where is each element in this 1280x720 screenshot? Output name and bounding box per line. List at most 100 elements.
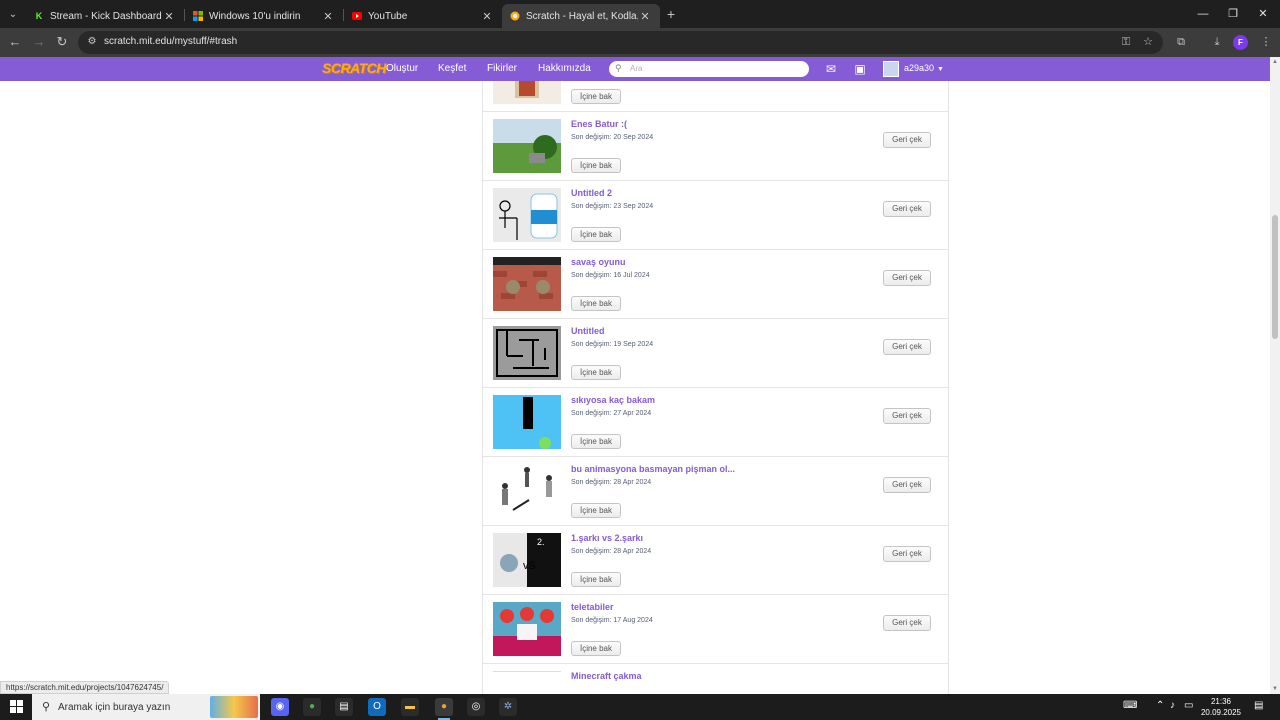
view-project-button[interactable]: İçine bak [571, 227, 621, 242]
outlook-icon[interactable]: O [368, 698, 386, 716]
view-project-button[interactable]: İçine bak [571, 296, 621, 311]
project-modified-date: Son değişim: 20 Sep 2024 [571, 134, 654, 141]
close-window-icon[interactable]: ✕ [1252, 4, 1274, 24]
taskbar-clock[interactable]: 21:36 20.09.2025 [1198, 696, 1244, 718]
menu-kebab-icon[interactable]: ⋮ [1258, 33, 1274, 51]
project-title[interactable]: Untitled 2 [571, 188, 612, 198]
site-info-icon[interactable]: ⚙ [86, 36, 98, 48]
project-title[interactable]: Untitled [571, 326, 605, 336]
restore-project-button[interactable]: Geri çek [883, 477, 931, 493]
tab-kick[interactable]: K Stream - Kick Dashboard ✕ [26, 4, 184, 28]
project-modified-date: Son değişim: 23 Sep 2024 [571, 203, 654, 210]
view-project-button[interactable]: İçine bak [571, 89, 621, 104]
view-project-button[interactable]: İçine bak [571, 641, 621, 656]
nav-link-ideas[interactable]: Fikirler [487, 63, 517, 74]
chrome-icon[interactable]: ● [303, 698, 321, 716]
download-icon[interactable]: ⤓ [1209, 33, 1225, 51]
messages-icon[interactable]: ✉ [823, 62, 839, 76]
project-title[interactable]: bu animasyona basmayan pişman ol... [571, 464, 735, 474]
project-thumbnail[interactable] [493, 257, 561, 311]
username-menu[interactable]: a29a30 ▼ [904, 63, 944, 73]
view-project-button[interactable]: İçine bak [571, 503, 621, 518]
list-item: Enes Batur :( Son değişim: 20 Sep 2024 İ… [483, 112, 948, 181]
profile-avatar[interactable]: F [1233, 35, 1248, 50]
project-thumbnail[interactable] [493, 119, 561, 173]
chrome-active-icon[interactable]: ● [435, 698, 453, 720]
file-explorer-icon[interactable]: ▬ [401, 698, 419, 716]
view-project-button[interactable]: İçine bak [571, 365, 621, 380]
project-thumbnail[interactable] [493, 602, 561, 656]
reload-icon[interactable]: ↻ [53, 33, 71, 51]
tab-scratch[interactable]: Scratch - Hayal et, Kodla, Paylaş ✕ [502, 4, 660, 28]
minimize-icon[interactable]: — [1192, 4, 1214, 24]
project-thumbnail[interactable] [493, 395, 561, 449]
network-icon[interactable]: ▭ [1184, 700, 1193, 711]
close-icon[interactable]: ✕ [638, 10, 652, 23]
svg-text:2.: 2. [537, 537, 545, 547]
restore-project-button[interactable]: Geri çek [883, 339, 931, 355]
tab-search-icon[interactable]: ⌄ [4, 5, 22, 23]
my-stuff-folder-icon[interactable]: ▣ [852, 62, 868, 76]
close-icon[interactable]: ✕ [480, 10, 494, 23]
taskbar-search-input[interactable]: ⚲ Aramak için buraya yazın [32, 694, 260, 720]
obs-icon[interactable]: ◎ [467, 698, 485, 716]
nav-link-explore[interactable]: Keşfet [438, 63, 466, 74]
extensions-icon[interactable]: ⧉ [1173, 33, 1189, 51]
project-thumbnail[interactable] [493, 326, 561, 380]
project-title[interactable]: sıkıyosa kaç bakam [571, 395, 655, 405]
page-scrollbar[interactable]: ▲ ▼ [1270, 57, 1280, 694]
project-title[interactable]: teletabiler [571, 602, 614, 612]
project-title[interactable]: Minecraft çakma [571, 671, 642, 681]
scratch-logo[interactable]: SCRATCH [322, 60, 386, 76]
project-modified-date: Son değişim: 17 Aug 2024 [571, 617, 653, 624]
project-title[interactable]: Enes Batur :( [571, 119, 627, 129]
new-tab-icon[interactable]: + [664, 5, 678, 23]
scroll-down-icon[interactable]: ▼ [1272, 686, 1278, 692]
project-thumbnail[interactable] [493, 464, 561, 518]
browser-toolbar: ← → ↻ ⚙ scratch.mit.edu/mystuff/#trash ⚿… [0, 28, 1280, 57]
close-icon[interactable]: ✕ [321, 10, 335, 23]
nav-link-about[interactable]: Hakkımızda [538, 63, 591, 74]
tab-windows[interactable]: Windows 10'u indirin ✕ [185, 4, 343, 28]
chevron-up-icon[interactable]: ⌃ [1156, 700, 1164, 711]
store-icon[interactable]: ▤ [335, 698, 353, 716]
list-item: 2. vS 1.şarkı vs 2.şarkı Son değişim: 28 … [483, 526, 948, 595]
restore-project-button[interactable]: Geri çek [883, 615, 931, 631]
restore-project-button[interactable]: Geri çek [883, 546, 931, 562]
project-title[interactable]: 1.şarkı vs 2.şarkı [571, 533, 643, 543]
tab-youtube[interactable]: YouTube ✕ [344, 4, 502, 28]
address-bar[interactable]: ⚙ scratch.mit.edu/mystuff/#trash [78, 31, 1163, 54]
volume-icon[interactable]: ♪ [1170, 700, 1175, 711]
scrollbar-thumb[interactable] [1272, 215, 1278, 339]
project-title[interactable]: savaş oyunu [571, 257, 626, 267]
back-icon[interactable]: ← [6, 33, 24, 51]
avatar[interactable] [883, 61, 899, 77]
search-placeholder: Ara [630, 64, 643, 73]
close-icon[interactable]: ✕ [162, 10, 176, 23]
restore-project-button[interactable]: Geri çek [883, 201, 931, 217]
tab-title: Scratch - Hayal et, Kodla, Paylaş [526, 10, 638, 22]
windows-start-icon[interactable] [10, 700, 24, 714]
project-thumbnail[interactable] [493, 188, 561, 242]
list-item: bu animasyona basmayan pişman ol... Son … [483, 457, 948, 526]
restore-project-button[interactable]: Geri çek [883, 408, 931, 424]
bookmark-star-icon[interactable]: ☆ [1140, 33, 1156, 51]
project-thumbnail[interactable] [493, 81, 561, 104]
password-key-icon[interactable]: ⚿ [1118, 33, 1134, 51]
project-thumbnail[interactable] [493, 671, 561, 694]
forward-icon[interactable]: → [30, 33, 48, 51]
nav-link-create[interactable]: Oluştur [386, 63, 418, 74]
view-project-button[interactable]: İçine bak [571, 572, 621, 587]
restore-project-button[interactable]: Geri çek [883, 132, 931, 148]
project-thumbnail[interactable]: 2. vS [493, 533, 561, 587]
discord-icon[interactable]: ◉ [271, 698, 289, 716]
keyboard-icon[interactable]: ⌨ [1123, 700, 1137, 711]
maximize-icon[interactable]: ❐ [1222, 4, 1244, 24]
scroll-up-icon[interactable]: ▲ [1272, 59, 1278, 65]
notification-icon[interactable]: ▤ [1254, 700, 1263, 711]
search-input[interactable]: ⚲ Ara [609, 61, 809, 77]
settings-app-icon[interactable]: ✲ [499, 698, 517, 716]
restore-project-button[interactable]: Geri çek [883, 270, 931, 286]
view-project-button[interactable]: İçine bak [571, 434, 621, 449]
view-project-button[interactable]: İçine bak [571, 158, 621, 173]
